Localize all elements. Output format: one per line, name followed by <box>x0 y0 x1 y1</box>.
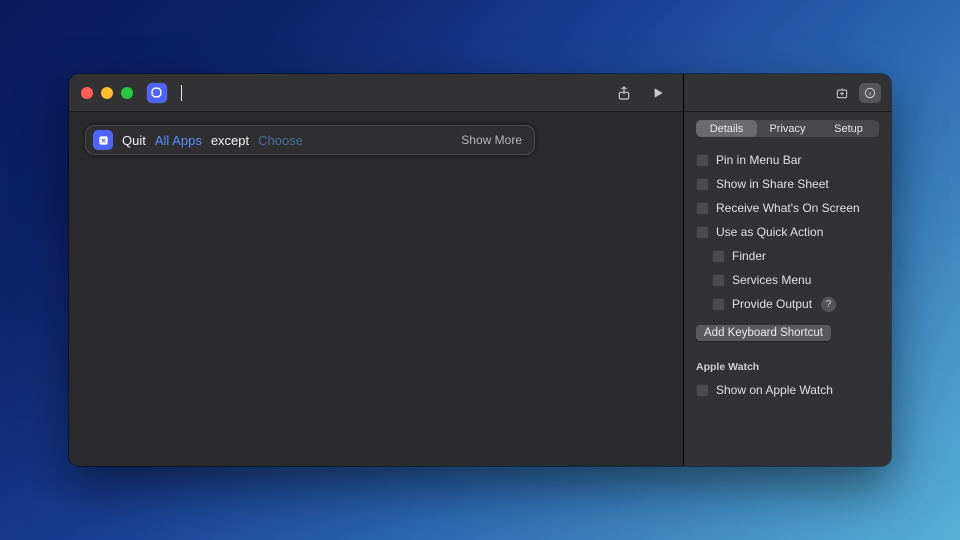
row-share-sheet: Show in Share Sheet <box>696 175 879 193</box>
left-pane: Quit All Apps except Choose Show More <box>69 74 684 466</box>
label-provide-output: Provide Output <box>732 297 812 311</box>
tab-privacy[interactable]: Privacy <box>757 120 818 137</box>
checkbox-provide-output[interactable] <box>712 298 725 311</box>
inspector-titlebar <box>684 74 891 112</box>
inspector-body: Details Privacy Setup Pin in Menu Bar Sh… <box>684 112 891 411</box>
zoom-button[interactable] <box>121 87 133 99</box>
label-finder: Finder <box>732 249 766 263</box>
label-pin-menu-bar: Pin in Menu Bar <box>716 153 801 167</box>
row-quick-action: Use as Quick Action <box>696 223 879 241</box>
inspector-tabs: Details Privacy Setup <box>696 120 879 137</box>
checkbox-services-menu[interactable] <box>712 274 725 287</box>
action-verb: Quit <box>122 133 146 148</box>
row-receive-screen: Receive What's On Screen <box>696 199 879 217</box>
tab-setup[interactable]: Setup <box>818 120 879 137</box>
quit-action-card[interactable]: Quit All Apps except Choose Show More <box>85 125 535 155</box>
action-target-token[interactable]: All Apps <box>155 133 202 148</box>
apple-watch-section-label: Apple Watch <box>696 361 879 373</box>
quit-app-icon <box>93 130 113 150</box>
row-provide-output: Provide Output ? <box>712 295 879 313</box>
checkbox-finder[interactable] <box>712 250 725 263</box>
action-choose-token[interactable]: Choose <box>258 133 303 148</box>
tab-details[interactable]: Details <box>696 120 757 137</box>
show-more-toggle[interactable]: Show More <box>461 133 522 147</box>
label-share-sheet: Show in Share Sheet <box>716 177 829 191</box>
row-services-menu: Services Menu <box>712 271 879 289</box>
help-icon[interactable]: ? <box>821 297 836 312</box>
checkbox-pin-menu-bar[interactable] <box>696 154 709 167</box>
shortcut-glyph[interactable] <box>147 83 167 103</box>
label-services-menu: Services Menu <box>732 273 811 287</box>
checkbox-show-apple-watch[interactable] <box>696 384 709 397</box>
label-quick-action: Use as Quick Action <box>716 225 823 239</box>
run-button[interactable] <box>645 81 671 105</box>
editor-canvas[interactable]: Quit All Apps except Choose Show More <box>69 112 683 466</box>
label-show-apple-watch: Show on Apple Watch <box>716 383 833 397</box>
window-controls <box>81 87 133 99</box>
row-finder: Finder <box>712 247 879 265</box>
action-except-label: except <box>211 133 249 148</box>
title-cursor[interactable] <box>181 85 182 101</box>
info-button[interactable] <box>859 83 881 103</box>
checkbox-share-sheet[interactable] <box>696 178 709 191</box>
titlebar <box>69 74 683 112</box>
library-button[interactable] <box>831 83 853 103</box>
inspector-pane: Details Privacy Setup Pin in Menu Bar Sh… <box>684 74 891 466</box>
add-keyboard-shortcut-button[interactable]: Add Keyboard Shortcut <box>696 325 831 341</box>
share-button[interactable] <box>611 81 637 105</box>
minimize-button[interactable] <box>101 87 113 99</box>
label-receive-screen: Receive What's On Screen <box>716 201 860 215</box>
checkbox-receive-screen[interactable] <box>696 202 709 215</box>
row-pin-menu-bar: Pin in Menu Bar <box>696 151 879 169</box>
close-button[interactable] <box>81 87 93 99</box>
row-show-apple-watch: Show on Apple Watch <box>696 381 879 399</box>
checkbox-quick-action[interactable] <box>696 226 709 239</box>
shortcuts-editor-window: Quit All Apps except Choose Show More De… <box>69 74 891 466</box>
